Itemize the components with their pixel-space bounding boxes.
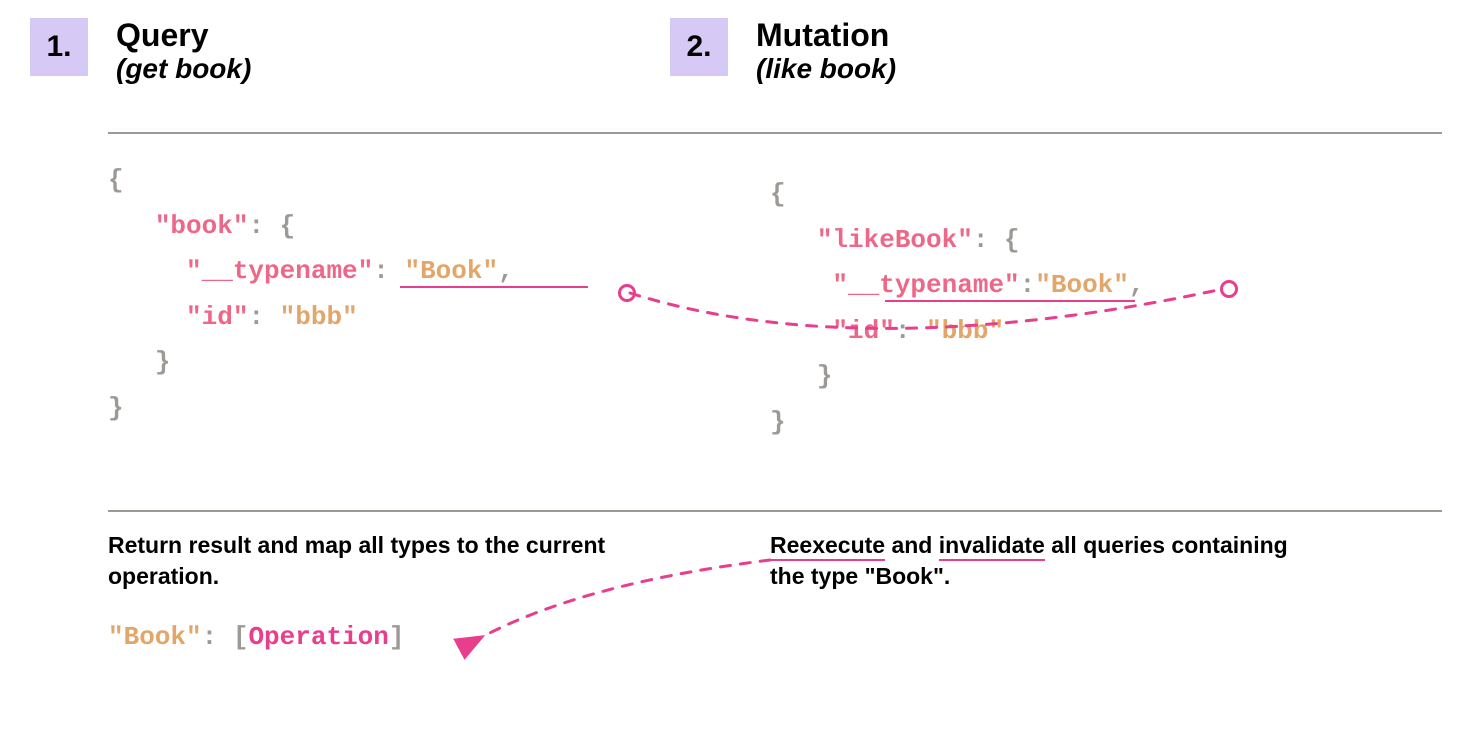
step-2-badge: 2. (670, 18, 728, 76)
colon: : (895, 316, 926, 346)
key-book: "book" (155, 211, 249, 241)
colon: : (1020, 270, 1036, 300)
code-row: { "book": { "__typename": "Book", "id": … (30, 140, 1442, 500)
brace-open: { (770, 179, 786, 209)
text-and: and (885, 532, 939, 558)
query-json: { "book": { "__typename": "Book", "id": … (108, 158, 514, 431)
comma: , (1129, 270, 1145, 300)
key-likebook: "likeBook" (817, 225, 973, 255)
note-right: Reexecute and invalidate all queries con… (770, 530, 1290, 592)
underline-invalidate: invalidate (939, 532, 1045, 561)
divider-top (108, 132, 1442, 134)
connector-dot-right (1220, 280, 1238, 298)
val-book: "Book" (404, 256, 498, 286)
brace-close: } (770, 407, 786, 437)
map-operation: Operation (248, 622, 388, 652)
brace-close: } (155, 347, 171, 377)
connector-dot-left (618, 284, 636, 302)
notes-row: Return result and map all types to the c… (30, 530, 1442, 690)
mutation-json: { "likeBook": { "__typename":"Book", "id… (770, 172, 1145, 445)
step-1-badge: 1. (30, 18, 88, 76)
comma: , (498, 256, 514, 286)
brace-open: { (108, 165, 124, 195)
key-typename: "__typename" (186, 256, 373, 286)
step-1: 1. Query (get book) (30, 18, 251, 85)
step-2-subtitle: (like book) (756, 53, 896, 85)
divider-bottom (108, 510, 1442, 512)
step-2-title: Mutation (756, 18, 896, 53)
step-2: 2. Mutation (like book) (670, 18, 896, 85)
val-id: "bbb" (926, 316, 1004, 346)
bracket-open: [ (233, 622, 249, 652)
colon: : (373, 256, 404, 286)
map-key: "Book" (108, 622, 202, 652)
colon-brace: : { (973, 225, 1020, 255)
val-book: "Book" (1035, 270, 1129, 300)
colon-brace: : { (248, 211, 295, 241)
underline-reexecute: Reexecute (770, 532, 885, 561)
key-id: "id" (832, 316, 894, 346)
step-1-title: Query (116, 18, 251, 53)
brace-close: } (817, 361, 833, 391)
key-typename: "__typename" (832, 270, 1019, 300)
map-line: "Book": [Operation] (108, 622, 405, 652)
colon: : (248, 302, 279, 332)
note-left: Return result and map all types to the c… (108, 530, 628, 592)
val-id: "bbb" (280, 302, 358, 332)
steps-row: 1. Query (get book) 2. Mutation (like bo… (30, 18, 1442, 108)
step-1-subtitle: (get book) (116, 53, 251, 85)
bracket-close: ] (389, 622, 405, 652)
brace-close: } (108, 393, 124, 423)
colon: : (202, 622, 233, 652)
key-id: "id" (186, 302, 248, 332)
